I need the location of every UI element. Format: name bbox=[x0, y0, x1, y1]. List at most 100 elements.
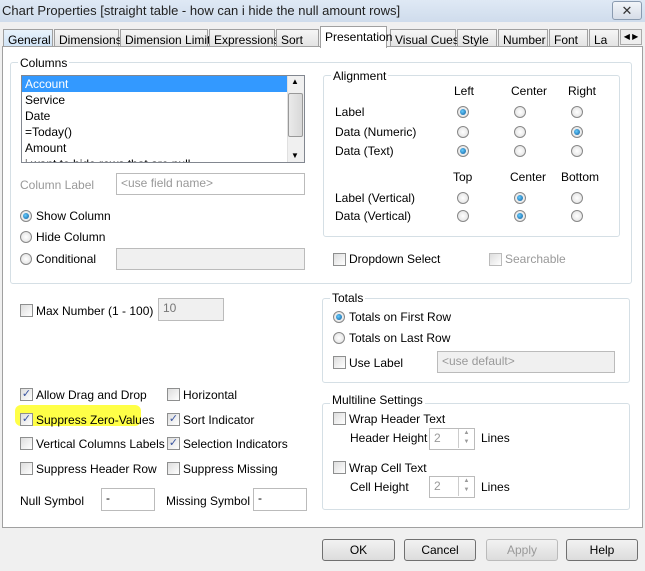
alignment-row-label: Label (Vertical) bbox=[335, 191, 416, 205]
scroll-up-icon[interactable]: ▲ bbox=[291, 77, 299, 86]
cell-height-label: Cell Height bbox=[350, 480, 409, 494]
alignment-radio[interactable] bbox=[457, 145, 469, 157]
alignment-radio[interactable] bbox=[571, 126, 583, 138]
missing-symbol-input[interactable]: - bbox=[253, 488, 307, 511]
tab-style[interactable]: Style bbox=[457, 29, 497, 47]
column-label-input[interactable]: <use field name> bbox=[116, 173, 305, 195]
horizontal-checkbox[interactable] bbox=[167, 388, 180, 401]
tab-visual-cues[interactable]: Visual Cues bbox=[390, 29, 459, 47]
tab-expressions[interactable]: Expressions bbox=[209, 29, 279, 47]
wrap-cell-checkbox[interactable] bbox=[333, 461, 346, 474]
list-item[interactable]: =Today() bbox=[22, 124, 304, 140]
missing-symbol-label: Missing Symbol bbox=[166, 494, 251, 508]
scrollbar-thumb[interactable] bbox=[288, 93, 303, 137]
cell-height-stepper[interactable]: 2 ▲ ▼ bbox=[429, 476, 475, 498]
alignment-radio[interactable] bbox=[571, 192, 583, 204]
alignment-radio[interactable] bbox=[571, 210, 583, 222]
alignment-radio[interactable] bbox=[457, 126, 469, 138]
use-label-input[interactable]: <use default> bbox=[437, 351, 615, 373]
allow-drag-and-drop-checkbox[interactable]: ✓ bbox=[20, 388, 33, 401]
alignment-radio[interactable] bbox=[514, 192, 526, 204]
max-number-checkbox[interactable] bbox=[20, 304, 33, 317]
alignment-row-label: Data (Vertical) bbox=[335, 209, 412, 223]
scroll-down-icon[interactable]: ▼ bbox=[291, 151, 299, 160]
null-symbol-input[interactable]: - bbox=[101, 488, 155, 511]
suppress-header-row-label: Suppress Header Row bbox=[36, 461, 157, 476]
alignment-radio[interactable] bbox=[514, 210, 526, 222]
alignment-radio[interactable] bbox=[457, 210, 469, 222]
searchable-label: Searchable bbox=[505, 252, 566, 266]
totals-last-row-label: Totals on Last Row bbox=[349, 331, 451, 345]
searchable-checkbox[interactable] bbox=[489, 253, 502, 266]
spin-arrows-icon[interactable]: ▲ ▼ bbox=[458, 429, 474, 448]
dropdown-select-checkbox[interactable] bbox=[333, 253, 346, 266]
columns-group-label: Columns bbox=[18, 56, 70, 70]
header-height-stepper[interactable]: 2 ▲ ▼ bbox=[429, 428, 475, 450]
alignment-radio[interactable] bbox=[457, 192, 469, 204]
tab-la[interactable]: La bbox=[589, 29, 619, 47]
alignment-radio[interactable] bbox=[571, 106, 583, 118]
alignment-radio[interactable] bbox=[514, 145, 526, 157]
close-button[interactable]: ✕ bbox=[612, 1, 642, 20]
use-label-checkbox[interactable] bbox=[333, 356, 346, 369]
tab-number[interactable]: Number bbox=[498, 29, 548, 47]
tab-presentation[interactable]: Presentation bbox=[320, 26, 392, 48]
spin-arrows-icon[interactable]: ▲ ▼ bbox=[458, 477, 474, 496]
totals-first-row-label: Totals on First Row bbox=[349, 310, 452, 324]
columns-listbox[interactable]: AccountServiceDate=Today()Amounti want t… bbox=[21, 75, 305, 163]
cancel-button[interactable]: Cancel bbox=[404, 539, 476, 561]
list-item[interactable]: Account bbox=[22, 76, 304, 92]
cell-lines-label: Lines bbox=[481, 480, 510, 494]
wrap-cell-label: Wrap Cell Text bbox=[349, 461, 427, 475]
sort-indicator-checkbox[interactable]: ✓ bbox=[167, 412, 180, 426]
suppress-missing-checkbox[interactable] bbox=[167, 461, 180, 475]
selection-indicators-label: Selection Indicators bbox=[183, 437, 288, 451]
suppress-zero-values-label: Suppress Zero-Values bbox=[36, 412, 155, 427]
tab-sort[interactable]: Sort bbox=[276, 29, 319, 47]
apply-button[interactable]: Apply bbox=[486, 539, 558, 561]
tab-general[interactable]: General bbox=[3, 29, 53, 47]
tab-dimensions[interactable]: Dimensions bbox=[54, 29, 122, 47]
alignment-header: Center bbox=[511, 84, 548, 98]
alignment-header: Right bbox=[568, 84, 597, 98]
selection-indicators-checkbox[interactable]: ✓ bbox=[167, 437, 180, 450]
totals-last-row-radio[interactable] bbox=[333, 332, 345, 344]
hide-column-label: Hide Column bbox=[36, 230, 106, 244]
show-column-radio[interactable] bbox=[20, 210, 32, 222]
allow-drag-and-drop-label: Allow Drag and Drop bbox=[36, 388, 147, 402]
conditional-input[interactable] bbox=[116, 248, 305, 270]
list-item[interactable]: Date bbox=[22, 108, 304, 124]
alignment-group-label: Alignment bbox=[331, 69, 389, 83]
alignment-radio[interactable] bbox=[571, 145, 583, 157]
help-button[interactable]: Help bbox=[566, 539, 638, 561]
ok-button[interactable]: OK bbox=[322, 539, 395, 561]
alignment-radio[interactable] bbox=[457, 106, 469, 118]
max-number-input[interactable]: 10 bbox=[158, 298, 224, 321]
tab-dimension-limits[interactable]: Dimension Limits bbox=[120, 29, 216, 47]
tab-font[interactable]: Font bbox=[549, 29, 588, 47]
multiline-group-label: Multiline Settings bbox=[330, 393, 425, 407]
alignment-radio[interactable] bbox=[514, 126, 526, 138]
horizontal-label: Horizontal bbox=[183, 388, 238, 402]
totals-group-label: Totals bbox=[330, 291, 366, 305]
list-item[interactable]: Amount bbox=[22, 140, 304, 156]
alignment-row-label: Data (Numeric) bbox=[335, 125, 417, 139]
suppress-header-row-checkbox[interactable] bbox=[20, 461, 33, 475]
header-height-label: Header Height bbox=[350, 431, 428, 445]
max-number-label: Max Number (1 - 100) bbox=[36, 304, 154, 318]
list-item[interactable]: i want to hide rows that are null bbox=[22, 156, 304, 162]
totals-first-row-radio[interactable] bbox=[333, 311, 345, 323]
alignment-header: Center bbox=[510, 170, 547, 184]
hide-column-radio[interactable] bbox=[20, 231, 32, 243]
conditional-label: Conditional bbox=[36, 252, 97, 266]
null-symbol-label: Null Symbol bbox=[20, 494, 85, 508]
suppress-zero-values-checkbox[interactable]: ✓ bbox=[20, 412, 33, 426]
header-lines-label: Lines bbox=[481, 431, 510, 445]
alignment-row-label: Label bbox=[335, 105, 365, 119]
vertical-columns-labels-checkbox[interactable] bbox=[20, 437, 33, 450]
conditional-radio[interactable] bbox=[20, 253, 32, 265]
wrap-header-checkbox[interactable] bbox=[333, 412, 346, 425]
tab-scroll-arrows[interactable]: ◀ ▶ bbox=[620, 29, 642, 45]
list-item[interactable]: Service bbox=[22, 92, 304, 108]
alignment-radio[interactable] bbox=[514, 106, 526, 118]
